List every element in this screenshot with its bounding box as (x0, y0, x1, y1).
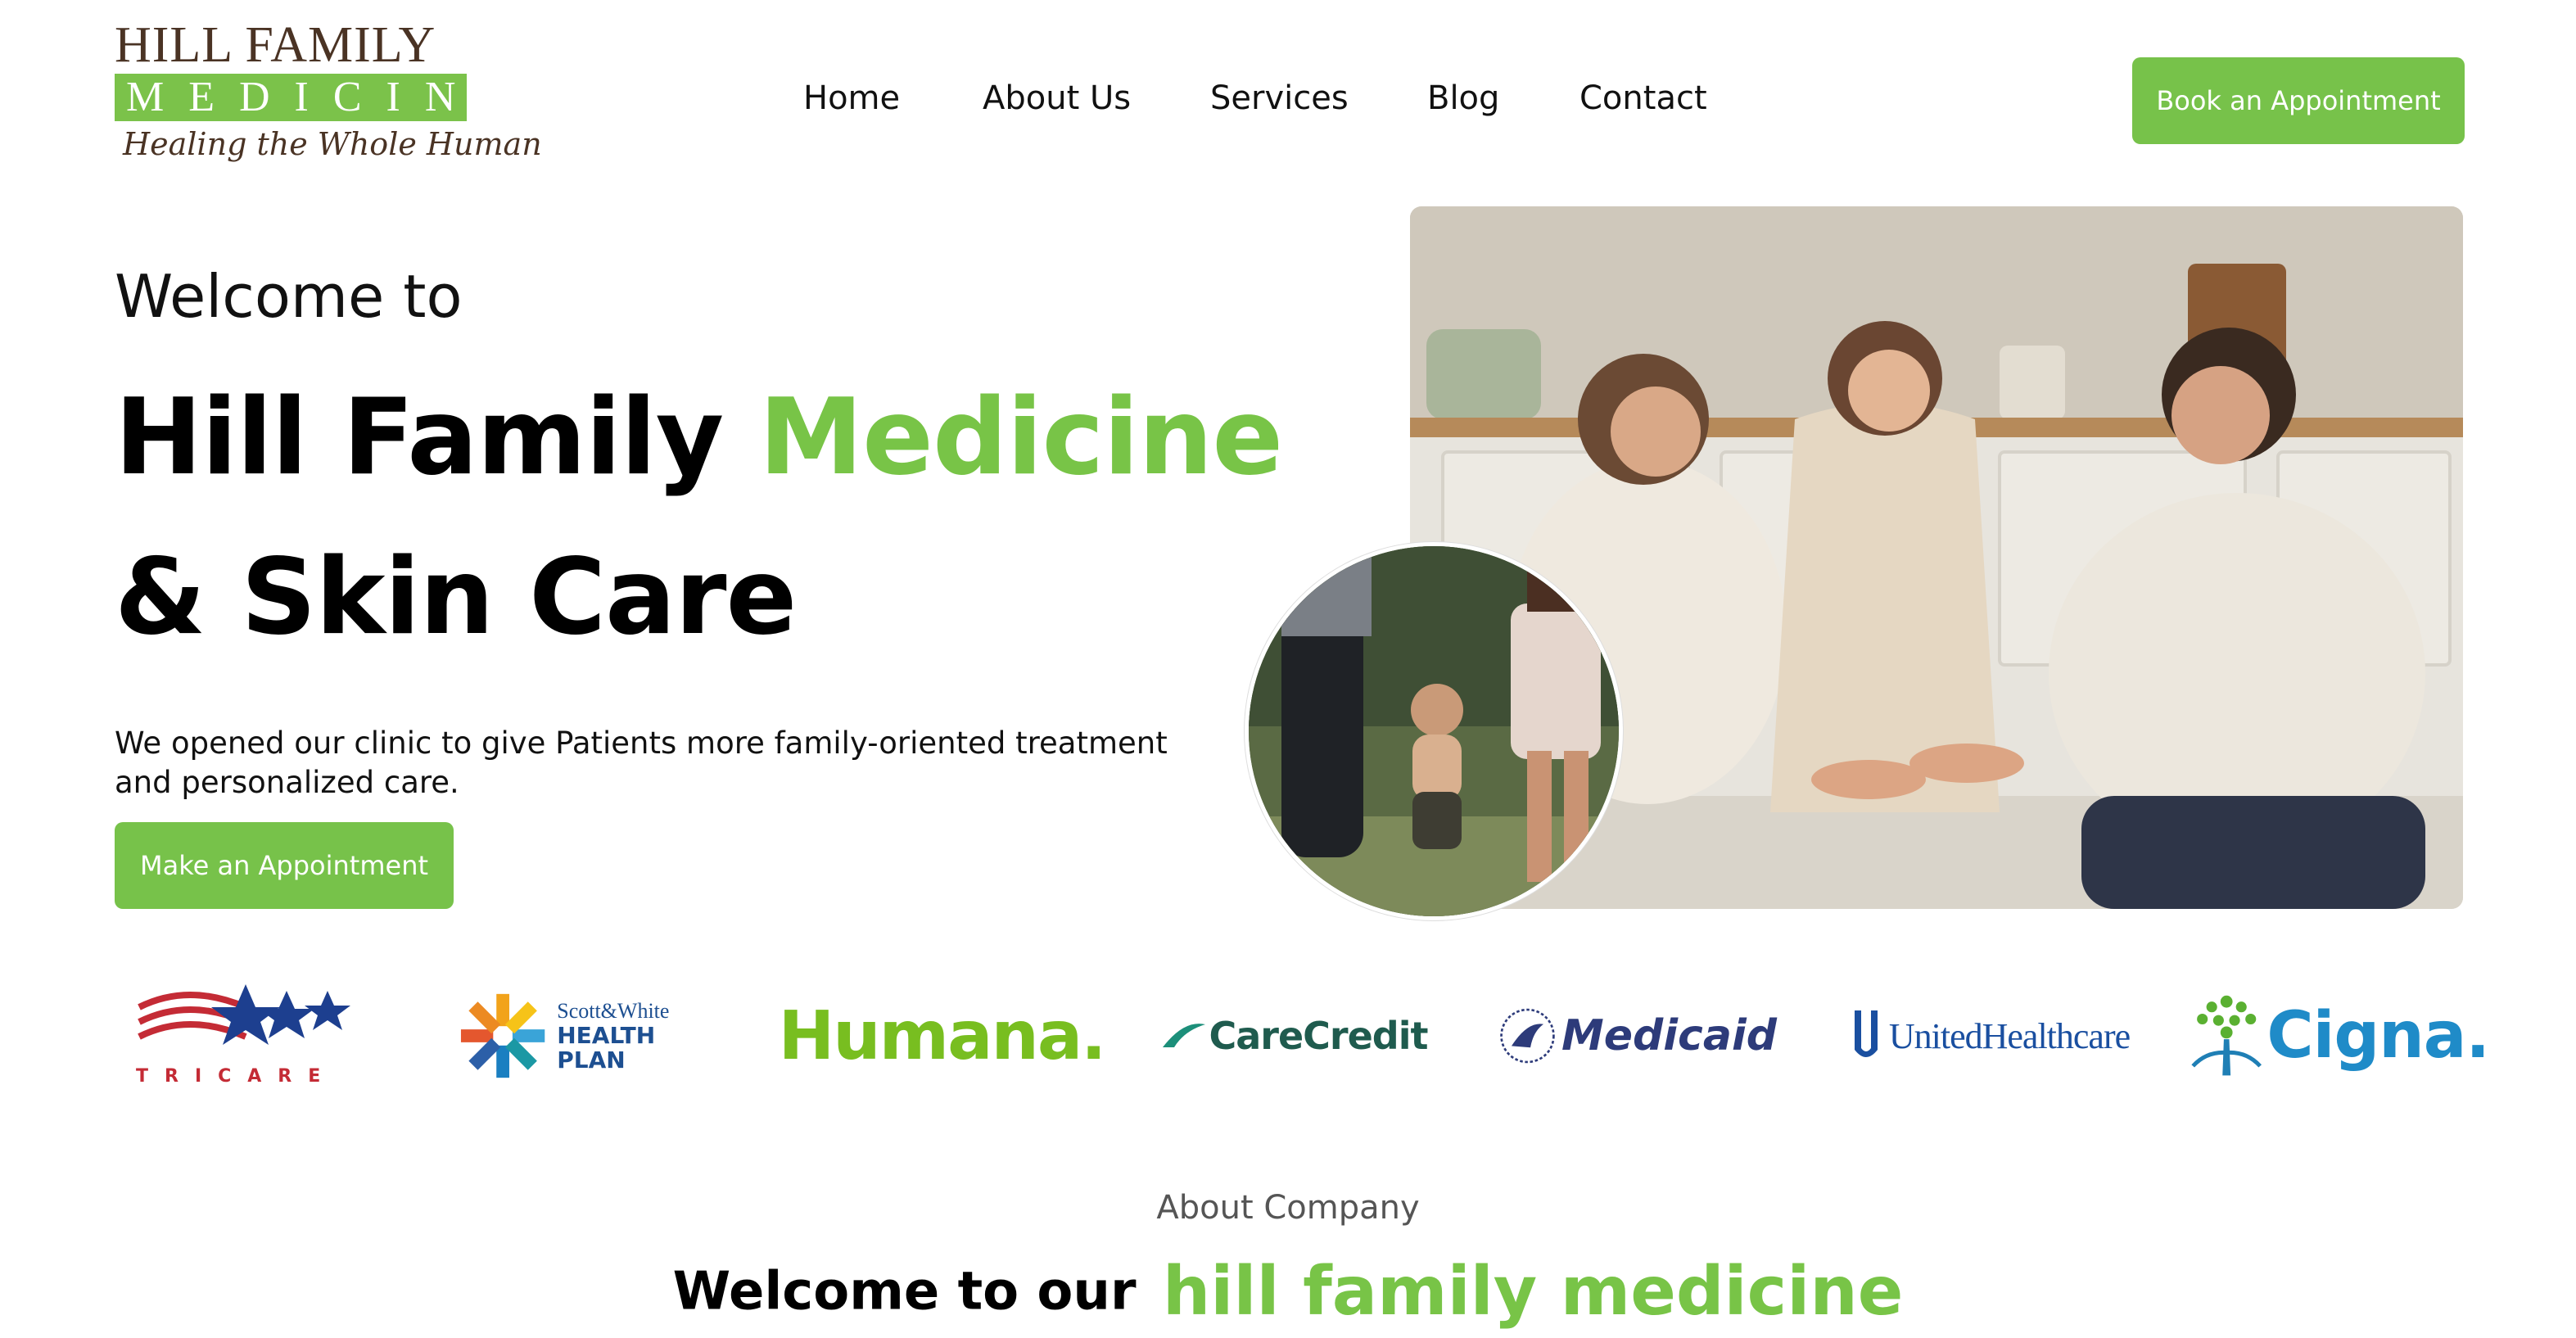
unitedhealthcare-text: UnitedHealthcare (1888, 1015, 2131, 1056)
hero-title-part1: Hill Family (115, 377, 724, 499)
carecredit-text: CareCredit (1209, 1014, 1428, 1058)
hhs-eagle-icon (1500, 1008, 1555, 1064)
about-title-accent: hill family medicine (1162, 1253, 1904, 1331)
about-title: Welcome to our hill family medicine (0, 1253, 2576, 1331)
scott-white-plan: HEALTH PLAN (557, 1022, 656, 1074)
nav-contact[interactable]: Contact (1579, 74, 1707, 123)
hero-title: Hill Family Medicine (115, 377, 1283, 499)
cigna-logo: Cigna. (2186, 974, 2490, 1097)
nav-about-us[interactable]: About Us (983, 74, 1131, 123)
hero-title-part2: & Skin Care (115, 536, 797, 658)
nav-blog[interactable]: Blog (1427, 74, 1499, 123)
scott-white-emblem (460, 993, 545, 1078)
carecredit-swoosh-icon (1163, 1024, 1206, 1047)
about-company-label: About Company (1156, 1189, 1420, 1227)
nav-services[interactable]: Services (1210, 74, 1349, 123)
logo-line1: HILL FAMILY (115, 17, 436, 73)
hero-title-accent: Medicine (758, 377, 1283, 499)
medicaid-logo: Medicaid (1498, 974, 1777, 1097)
tricare-logo: TRICARE (123, 974, 360, 1097)
insurance-logos: TRICARE Scott&White HEALTH PLAN Humana. (0, 974, 2576, 1097)
humana-text: Humana. (778, 997, 1107, 1075)
site-logo[interactable]: HILL FAMILY MEDICINE Healing the Whole H… (115, 17, 542, 170)
family-walking-photo (1245, 542, 1623, 920)
make-appointment-button[interactable]: Make an Appointment (115, 822, 454, 909)
scott-white-name: Scott&White (557, 999, 670, 1023)
logo-tagline: Healing the Whole Human (123, 126, 542, 162)
cigna-text: Cigna. (2266, 999, 2490, 1073)
tricare-text: TRICARE (136, 1066, 337, 1087)
logo-line2: MEDICINE (115, 74, 506, 121)
about-title-bold: Welcome to our (672, 1261, 1137, 1322)
humana-logo: Humana. (779, 974, 1107, 1097)
book-appointment-button[interactable]: Book an Appointment (2132, 57, 2465, 144)
family-walking-illustration (1249, 546, 1619, 916)
cigna-tree-icon (2191, 995, 2262, 1076)
carecredit-logo: CareCredit (1155, 974, 1433, 1097)
uhc-shield-icon (1854, 1010, 1878, 1057)
hero-welcome: Welcome to (115, 262, 463, 331)
scott-white-logo: Scott&White HEALTH PLAN (459, 974, 729, 1097)
hero-description: We opened our clinic to give Patients mo… (115, 726, 1168, 800)
nav-home[interactable]: Home (803, 74, 900, 123)
unitedhealthcare-logo: UnitedHealthcare (1842, 974, 2137, 1097)
medicaid-text: Medicaid (1561, 1011, 1777, 1060)
